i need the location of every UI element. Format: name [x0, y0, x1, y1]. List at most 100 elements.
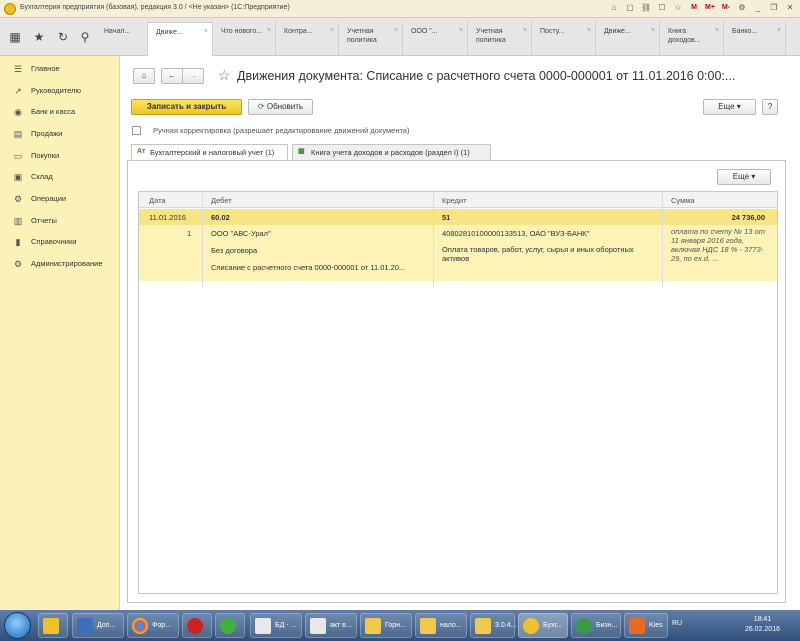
sidebar-item-bank[interactable]: ◉ Банк и касса	[0, 104, 120, 120]
taskbar-item-1c[interactable]: Бухг...	[518, 613, 568, 638]
clock-time: 18:41	[753, 616, 772, 623]
taskbar-item-chrome[interactable]: Фор...	[127, 613, 179, 638]
memory-plus-icon[interactable]: M	[688, 2, 700, 14]
tab-document-movements-2[interactable]: Движе... ×	[596, 22, 660, 56]
movements-table[interactable]: Дата Дебет Кредит Сумма 11.01.2016 60.02…	[138, 191, 778, 594]
chart-line-icon: ↗	[14, 86, 22, 96]
taskbar-item-folder-2[interactable]: нало...	[415, 613, 467, 638]
table-row[interactable]: 11.01.2016 60.02 51 24 736,00	[139, 209, 777, 225]
taskbar-item-db[interactable]: БД - ...	[250, 613, 302, 638]
kies-icon	[629, 618, 645, 634]
taskbar-item-doc[interactable]: Доп...	[72, 613, 124, 638]
sum-comment: оплата по счету № 13 от 11 января 2016 г…	[671, 227, 765, 263]
document-form: ⌂ ← → ☆ Движения документа: Списание с р…	[121, 56, 800, 610]
back-button[interactable]: ←	[161, 68, 183, 84]
word-icon	[77, 618, 93, 634]
favorite-star-icon[interactable]: ☆	[218, 67, 231, 84]
save-and-close-button[interactable]: Записать и закрыть	[131, 99, 242, 115]
settings-icon[interactable]: ⚙	[736, 2, 748, 14]
sidebar-item-label: Отчеты	[31, 216, 57, 225]
minimize-icon[interactable]: _	[752, 2, 764, 14]
column-debit[interactable]: Дебет	[211, 196, 232, 205]
grid-more-label: Еще	[732, 172, 750, 181]
taskbar-item-folder-1[interactable]: Горн...	[360, 613, 412, 638]
home-icon[interactable]: ⌂	[608, 2, 620, 14]
tab-income-expense-book[interactable]: ▦ Книга учета доходов и расходов (раздел …	[292, 144, 491, 160]
column-credit[interactable]: Кредит	[442, 196, 467, 205]
tab-accounting-tax[interactable]: Aт Бухгалтерский и налоговый учет (1)	[131, 144, 288, 161]
memory-plus2-icon[interactable]: M+	[704, 2, 716, 14]
table-row-details[interactable]: 1 ООО "АВС-Урал" Без договора Списание с…	[139, 225, 777, 281]
close-tab-icon[interactable]: ×	[587, 26, 591, 35]
window-title: Бухгалтерия предприятия (базовая), редак…	[20, 4, 290, 11]
close-tab-icon[interactable]: ×	[651, 26, 655, 35]
history-icon[interactable]: ↻	[56, 30, 70, 44]
sidebar-item-reports[interactable]: ▥ Отчеты	[0, 213, 120, 229]
taskbar-item-mail[interactable]	[38, 613, 68, 638]
help-button[interactable]: ?	[762, 99, 778, 115]
apps-grid-icon[interactable]: ▦	[8, 30, 22, 44]
taskbar-item-opera[interactable]	[182, 613, 212, 638]
taskbar-item-label: нало...	[440, 622, 462, 629]
tab-accounting-policy[interactable]: Учетная политика ×	[339, 22, 403, 56]
copy-icon[interactable]: ▢	[624, 2, 636, 14]
tab-receipts[interactable]: Посту... ×	[532, 22, 596, 56]
language-indicator[interactable]: RU	[672, 620, 682, 627]
tab-organization[interactable]: ООО "... ×	[403, 22, 468, 56]
column-date[interactable]: Дата	[149, 196, 166, 205]
restore-icon[interactable]: ❐	[768, 2, 780, 14]
more-button[interactable]: Еще ▾	[703, 99, 756, 115]
tab-counterparties[interactable]: Контра... ×	[276, 22, 339, 56]
home-button[interactable]: ⌂	[133, 68, 155, 84]
app-icon	[220, 618, 236, 634]
sidebar-item-purchases[interactable]: ▭ Покупки	[0, 148, 120, 164]
tab-label: Посту...	[540, 28, 565, 35]
taskbar-item-business[interactable]: Бизн...	[571, 613, 621, 638]
refresh-button[interactable]: ⟳ Обновить	[248, 99, 313, 115]
tab-document-movements[interactable]: Движе... ×	[147, 22, 213, 57]
sidebar-item-warehouse[interactable]: ▣ Склад	[0, 169, 120, 185]
close-icon[interactable]: ✕	[784, 2, 796, 14]
sidebar-item-management[interactable]: ↗ Руководителю	[0, 83, 120, 99]
forward-button[interactable]: →	[182, 68, 204, 84]
taskbar-item-label: Горн...	[385, 622, 406, 629]
clock[interactable]: 18:41 26.02.2016	[745, 615, 780, 635]
grid-more-button[interactable]: Еще ▾	[717, 169, 771, 185]
close-tab-icon[interactable]: ×	[777, 26, 781, 35]
sidebar-item-sales[interactable]: ▤ Продажи	[0, 126, 120, 142]
close-tab-icon[interactable]: ×	[394, 26, 398, 35]
tab-income-book[interactable]: Книга доходов... ×	[660, 22, 724, 56]
taskbar-item-folder-3[interactable]: 3.0.4...	[470, 613, 516, 638]
row-sum: 24 736,00	[731, 213, 765, 222]
close-tab-icon[interactable]: ×	[330, 26, 334, 35]
sidebar-item-catalogs[interactable]: ▮ Справочники	[0, 234, 120, 250]
start-button[interactable]	[4, 612, 31, 639]
sidebar-item-operations[interactable]: ⚙ Операции	[0, 191, 120, 207]
manual-correction-checkbox[interactable]	[132, 126, 141, 135]
star-icon[interactable]: ★	[32, 30, 46, 44]
refresh-label: Обновить	[266, 102, 304, 111]
tab-bank[interactable]: Банко... ×	[724, 22, 786, 56]
sidebar-item-main[interactable]: ☰ Главное	[0, 61, 120, 77]
close-tab-icon[interactable]: ×	[459, 26, 463, 35]
sidebar-item-administration[interactable]: ⚙ Администрирование	[0, 256, 120, 272]
close-tab-icon[interactable]: ×	[715, 26, 719, 35]
taskbar-item-app[interactable]	[215, 613, 245, 638]
history-icon[interactable]: ☐	[656, 2, 668, 14]
tab-start[interactable]: Начал...	[96, 22, 148, 56]
close-tab-icon[interactable]: ×	[204, 27, 208, 36]
taskbar-item-label: Бухг...	[543, 622, 562, 629]
search-icon[interactable]: ⚲	[78, 30, 92, 44]
title-bar-controls: ⌂ ▢ ⛓ ☐ ☆ M M+ M- ⚙ _ ❐ ✕	[608, 2, 796, 14]
memory-minus-icon[interactable]: M-	[720, 2, 732, 14]
tab-accounting-policy-2[interactable]: Учетная политика ×	[468, 22, 532, 56]
close-tab-icon[interactable]: ×	[267, 26, 271, 35]
tab-whats-new[interactable]: Что нового... ×	[213, 22, 276, 56]
row-debit-account: 60.02	[211, 213, 230, 222]
favorites-icon[interactable]: ☆	[672, 2, 684, 14]
link-icon[interactable]: ⛓	[640, 2, 652, 14]
row-credit-account: 51	[442, 213, 451, 222]
taskbar-item-act[interactable]: акт в...	[305, 613, 357, 638]
column-sum[interactable]: Сумма	[671, 196, 695, 205]
close-tab-icon[interactable]: ×	[523, 26, 527, 35]
